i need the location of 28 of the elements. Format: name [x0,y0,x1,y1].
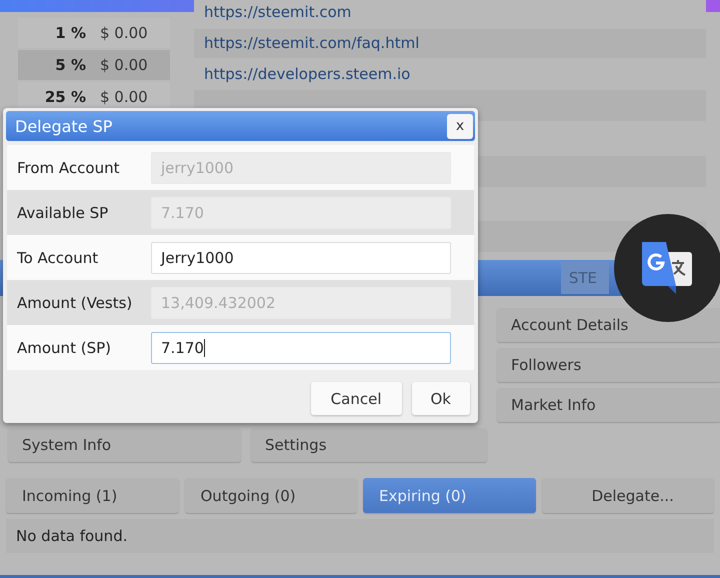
amount-text: $ 0.00 [99,56,148,74]
percent-text: 25 % [44,88,86,106]
input-field[interactable]: 7.170 [151,332,451,364]
percent-text: 5 % [54,56,86,74]
link[interactable]: https://steemit.com/faq.html [194,28,706,58]
field-label: From Account [16,158,120,176]
close-button[interactable]: x [447,114,473,138]
field-label: Amount (SP) [16,338,112,356]
input-field[interactable]: Jerry1000 [151,242,451,274]
menu-button[interactable]: Market Info [497,388,720,422]
menu-button[interactable]: Settings [251,428,487,462]
tab[interactable]: Delegate... [542,478,714,513]
menu-button[interactable]: Account Details [497,308,720,342]
amount-text: $ 0.00 [99,24,148,42]
tab[interactable]: Incoming (1) [6,478,178,513]
tab[interactable]: Expiring (0) [363,478,536,513]
dialog-button[interactable]: Ok [412,382,470,415]
field-label: Amount (Vests) [16,294,134,312]
dialog-title: Delegate SP [15,116,112,136]
status-text: No data found. [6,519,714,553]
menu-button[interactable]: Followers [497,348,720,382]
amount-text: $ 0.00 [99,88,148,106]
dialog-button[interactable]: Cancel [310,382,402,415]
menu-button[interactable]: System Info [8,428,241,462]
tab[interactable]: Outgoing (0) [184,478,357,513]
field-label: Available SP [16,204,110,222]
field-label: To Account [16,248,100,266]
percent-text: 1 % [54,24,86,42]
